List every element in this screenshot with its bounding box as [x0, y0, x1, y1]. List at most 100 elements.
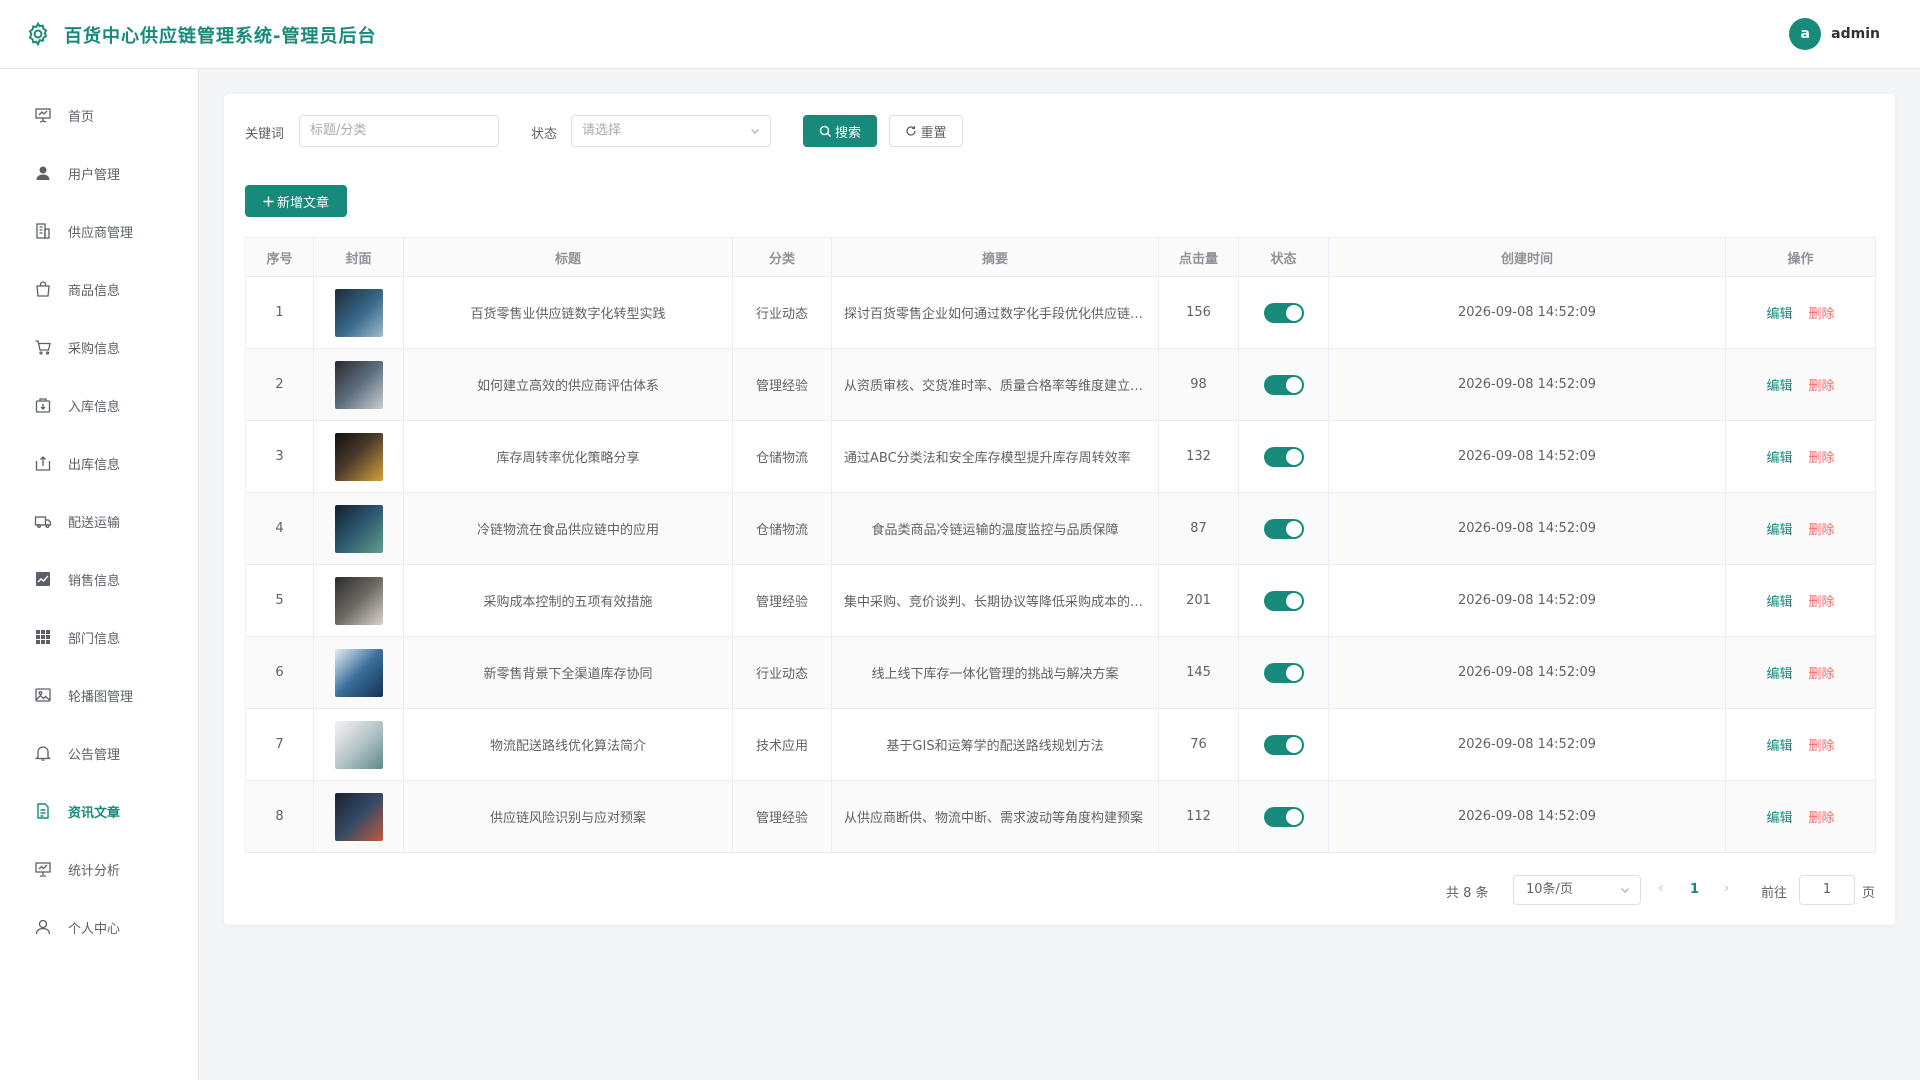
box-in-icon — [35, 398, 51, 413]
status-toggle[interactable] — [1263, 734, 1304, 755]
status-toggle[interactable] — [1263, 590, 1304, 611]
sidebar-item-home[interactable]: 首页 — [0, 93, 199, 137]
cell-title: 冷链物流在食品供应链中的应用 — [403, 492, 733, 565]
toggle-knob — [1285, 304, 1302, 321]
search-button-label: 搜索 — [834, 125, 861, 141]
sidebar-item-label: 商品信息 — [68, 283, 121, 299]
cover-image[interactable] — [334, 288, 383, 337]
delete-button[interactable]: 删除 — [1809, 595, 1835, 610]
sidebar-item-inbound[interactable]: 入库信息 — [0, 383, 199, 427]
box-out-icon — [35, 456, 51, 471]
edit-button[interactable]: 编辑 — [1766, 739, 1792, 754]
sidebar-item-label: 轮播图管理 — [68, 689, 134, 705]
sidebar-item-carousel[interactable]: 轮播图管理 — [0, 673, 199, 717]
page-number-current[interactable]: 1 — [1690, 882, 1699, 897]
page-size-select[interactable]: 10条/页 — [1513, 875, 1641, 905]
sidebar-item-label: 入库信息 — [68, 399, 121, 415]
cell-actions: 编辑 删除 — [1725, 636, 1876, 709]
delete-button[interactable]: 删除 — [1809, 739, 1835, 754]
sidebar-item-articles[interactable]: 资讯文章 — [0, 789, 199, 833]
keyword-input[interactable]: 标题/分类 — [299, 115, 499, 147]
cover-image[interactable] — [334, 792, 383, 841]
status-toggle[interactable] — [1263, 446, 1304, 467]
edit-button[interactable]: 编辑 — [1766, 379, 1792, 394]
sidebar-item-statistics[interactable]: 统计分析 — [0, 847, 199, 891]
cell-index: 5 — [245, 564, 314, 637]
reset-button-label: 重置 — [920, 125, 947, 141]
column-header-summary: 摘要 — [831, 237, 1159, 277]
trend-chart-icon — [36, 572, 50, 586]
status-toggle[interactable] — [1263, 518, 1304, 539]
delete-button[interactable]: 删除 — [1809, 307, 1835, 322]
cover-image[interactable] — [334, 432, 383, 481]
cover-image[interactable] — [334, 720, 383, 769]
cell-status — [1238, 564, 1329, 637]
delete-button[interactable]: 删除 — [1809, 379, 1835, 394]
goto-page-input[interactable]: 1 — [1799, 875, 1855, 905]
cell-actions: 编辑 删除 — [1725, 420, 1876, 493]
edit-button[interactable]: 编辑 — [1766, 811, 1792, 826]
status-select[interactable]: 请选择 — [571, 115, 771, 147]
cover-image[interactable] — [334, 504, 383, 553]
delete-button[interactable]: 删除 — [1809, 811, 1835, 826]
sidebar-item-label: 供应商管理 — [68, 225, 134, 241]
cover-image[interactable] — [334, 648, 383, 697]
cell-summary: 从资质审核、交货准时率、质量合格率等维度建立评估体系 — [831, 348, 1159, 421]
username[interactable]: admin — [1831, 26, 1880, 42]
truck-icon — [34, 516, 52, 528]
sidebar-item-announcements[interactable]: 公告管理 — [0, 731, 199, 775]
cell-cover — [313, 492, 404, 565]
avatar[interactable]: a — [1789, 18, 1822, 50]
sidebar-item-outbound[interactable]: 出库信息 — [0, 441, 199, 485]
sidebar-item-sales[interactable]: 销售信息 — [0, 557, 199, 601]
add-article-button[interactable]: 新增文章 — [245, 185, 347, 217]
cell-summary: 通过ABC分类法和安全库存模型提升库存周转效率 — [831, 420, 1159, 493]
next-page-button[interactable]: › — [1724, 881, 1729, 896]
grid-icon — [36, 630, 50, 644]
sidebar-item-delivery[interactable]: 配送运输 — [0, 499, 199, 543]
cell-created: 2026-09-08 14:52:09 — [1328, 492, 1726, 565]
cell-cover — [313, 636, 404, 709]
status-toggle[interactable] — [1263, 806, 1304, 827]
status-toggle[interactable] — [1263, 662, 1304, 683]
sidebar-item-profile[interactable]: 个人中心 — [0, 905, 199, 949]
column-header-created: 创建时间 — [1328, 237, 1726, 277]
table-row: 6 新零售背景下全渠道库存协同 行业动态 线上线下库存一体化管理的挑战与解决方案… — [245, 636, 1876, 709]
edit-button[interactable]: 编辑 — [1766, 523, 1792, 538]
delete-button[interactable]: 删除 — [1809, 451, 1835, 466]
cell-summary: 线上线下库存一体化管理的挑战与解决方案 — [831, 636, 1159, 709]
table-row: 5 采购成本控制的五项有效措施 管理经验 集中采购、竞价谈判、长期协议等降低采购… — [245, 564, 1876, 637]
cart-icon — [35, 340, 51, 355]
table-row: 7 物流配送路线优化算法简介 技术应用 基于GIS和运筹学的配送路线规划方法 7… — [245, 708, 1876, 781]
cover-image[interactable] — [334, 576, 383, 625]
sidebar-item-suppliers[interactable]: 供应商管理 — [0, 209, 199, 253]
sidebar-item-label: 部门信息 — [68, 631, 121, 647]
cover-image[interactable] — [334, 360, 383, 409]
status-toggle[interactable] — [1263, 302, 1304, 323]
chevron-down-icon — [751, 129, 759, 134]
sidebar-item-departments[interactable]: 部门信息 — [0, 615, 199, 659]
edit-button[interactable]: 编辑 — [1766, 667, 1792, 682]
delete-button[interactable]: 删除 — [1809, 523, 1835, 538]
cell-cover — [313, 420, 404, 493]
reset-button[interactable]: 重置 — [889, 115, 963, 147]
delete-button[interactable]: 删除 — [1809, 667, 1835, 682]
cell-cover — [313, 708, 404, 781]
sidebar-item-users[interactable]: 用户管理 — [0, 151, 199, 195]
sidebar-item-label: 销售信息 — [68, 573, 121, 589]
sidebar-item-purchase[interactable]: 采购信息 — [0, 325, 199, 369]
status-toggle[interactable] — [1263, 374, 1304, 395]
edit-button[interactable]: 编辑 — [1766, 307, 1792, 322]
cell-title: 百货零售业供应链数字化转型实践 — [403, 276, 733, 349]
cell-summary: 从供应商断供、物流中断、需求波动等角度构建预案 — [831, 780, 1159, 853]
sidebar-item-products[interactable]: 商品信息 — [0, 267, 199, 311]
edit-button[interactable]: 编辑 — [1766, 595, 1792, 610]
user-menu[interactable]: a admin — [1789, 18, 1880, 50]
cell-category: 管理经验 — [732, 564, 832, 637]
prev-page-button[interactable]: ‹ — [1658, 881, 1663, 896]
edit-button[interactable]: 编辑 — [1766, 451, 1792, 466]
table-row: 4 冷链物流在食品供应链中的应用 仓储物流 食品类商品冷链运输的温度监控与品质保… — [245, 492, 1876, 565]
cell-index: 2 — [245, 348, 314, 421]
column-header-cover: 封面 — [313, 237, 404, 277]
search-button[interactable]: 搜索 — [803, 115, 877, 147]
